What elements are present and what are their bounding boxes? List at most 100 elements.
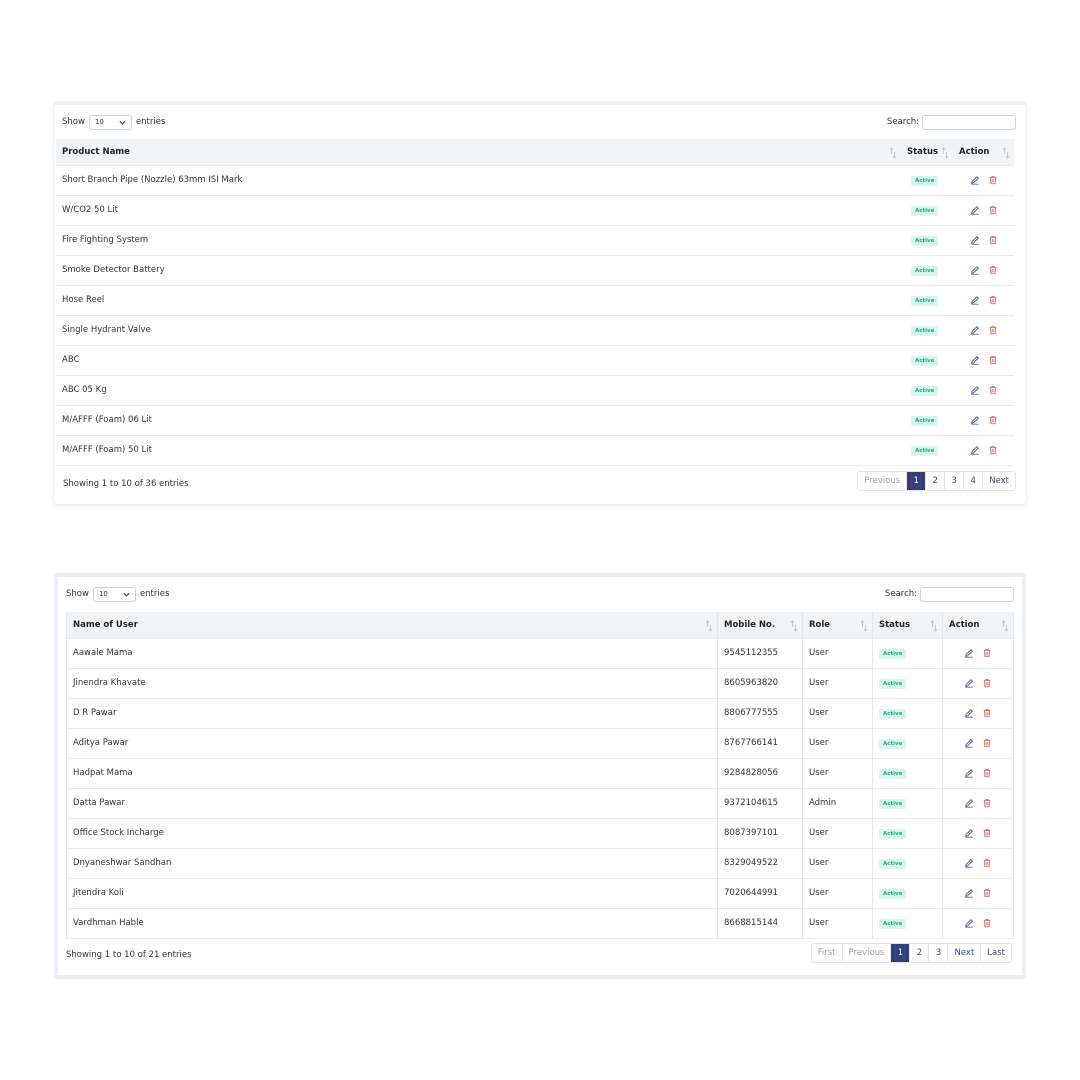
users-page-size-select[interactable]: 10 <box>92 586 136 602</box>
next-page-button[interactable]: Next <box>982 472 1015 490</box>
edit-icon[interactable] <box>970 295 980 305</box>
edit-button[interactable] <box>964 678 974 688</box>
edit-icon[interactable] <box>970 445 980 455</box>
edit-button[interactable] <box>964 858 974 868</box>
edit-icon[interactable] <box>970 415 980 425</box>
trash-icon[interactable] <box>982 798 992 808</box>
edit-icon[interactable] <box>964 798 974 808</box>
column-header-action[interactable]: Action <box>953 139 1014 165</box>
edit-button[interactable] <box>970 325 980 335</box>
edit-button[interactable] <box>964 828 974 838</box>
edit-button[interactable] <box>970 175 980 185</box>
trash-icon[interactable] <box>988 175 998 185</box>
edit-icon[interactable] <box>964 648 974 658</box>
delete-button[interactable] <box>988 355 998 365</box>
edit-icon[interactable] <box>970 325 980 335</box>
delete-button[interactable] <box>982 828 992 838</box>
trash-icon[interactable] <box>982 828 992 838</box>
last-page-button[interactable]: Last <box>980 944 1011 962</box>
delete-button[interactable] <box>988 175 998 185</box>
trash-icon[interactable] <box>988 445 998 455</box>
delete-button[interactable] <box>982 798 992 808</box>
trash-icon[interactable] <box>982 888 992 898</box>
trash-icon[interactable] <box>988 385 998 395</box>
edit-icon[interactable] <box>970 175 980 185</box>
column-header-product-name[interactable]: Product Name <box>56 139 901 165</box>
edit-button[interactable] <box>964 918 974 928</box>
delete-button[interactable] <box>982 918 992 928</box>
edit-icon[interactable] <box>964 738 974 748</box>
edit-icon[interactable] <box>964 918 974 928</box>
edit-button[interactable] <box>970 205 980 215</box>
edit-icon[interactable] <box>964 708 974 718</box>
edit-button[interactable] <box>970 445 980 455</box>
edit-icon[interactable] <box>970 205 980 215</box>
edit-button[interactable] <box>964 708 974 718</box>
edit-button[interactable] <box>964 738 974 748</box>
users-search-input[interactable] <box>920 586 1014 602</box>
previous-page-button[interactable]: Previous <box>858 472 907 490</box>
trash-icon[interactable] <box>982 768 992 778</box>
delete-button[interactable] <box>988 415 998 425</box>
edit-button[interactable] <box>970 355 980 365</box>
trash-icon[interactable] <box>988 235 998 245</box>
previous-page-button[interactable]: Previous <box>841 944 891 962</box>
delete-button[interactable] <box>988 265 998 275</box>
trash-icon[interactable] <box>982 678 992 688</box>
delete-button[interactable] <box>988 325 998 335</box>
edit-icon[interactable] <box>970 265 980 275</box>
products-search-input[interactable] <box>922 114 1016 130</box>
page-2-button[interactable]: 2 <box>909 944 929 962</box>
next-page-button[interactable]: Next <box>947 944 981 962</box>
edit-button[interactable] <box>970 235 980 245</box>
column-header-name-of-user[interactable]: Name of User <box>66 612 718 638</box>
delete-button[interactable] <box>982 888 992 898</box>
trash-icon[interactable] <box>988 265 998 275</box>
edit-button[interactable] <box>970 265 980 275</box>
delete-button[interactable] <box>982 708 992 718</box>
products-page-size-select[interactable]: 10 <box>88 114 132 130</box>
edit-button[interactable] <box>964 888 974 898</box>
column-header-status[interactable]: Status <box>872 612 943 638</box>
edit-button[interactable] <box>970 295 980 305</box>
column-header-status[interactable]: Status <box>901 139 953 165</box>
column-header-role[interactable]: Role <box>802 612 873 638</box>
page-3-button[interactable]: 3 <box>928 944 948 962</box>
delete-button[interactable] <box>988 445 998 455</box>
delete-button[interactable] <box>982 648 992 658</box>
edit-icon[interactable] <box>964 768 974 778</box>
trash-icon[interactable] <box>982 918 992 928</box>
delete-button[interactable] <box>988 205 998 215</box>
edit-icon[interactable] <box>970 385 980 395</box>
trash-icon[interactable] <box>982 708 992 718</box>
trash-icon[interactable] <box>988 205 998 215</box>
edit-button[interactable] <box>964 648 974 658</box>
trash-icon[interactable] <box>988 355 998 365</box>
trash-icon[interactable] <box>988 415 998 425</box>
page-3-button[interactable]: 3 <box>944 472 964 490</box>
trash-icon[interactable] <box>988 295 998 305</box>
edit-icon[interactable] <box>964 858 974 868</box>
edit-icon[interactable] <box>970 355 980 365</box>
delete-button[interactable] <box>988 295 998 305</box>
trash-icon[interactable] <box>982 858 992 868</box>
first-page-button[interactable]: First <box>811 944 842 962</box>
delete-button[interactable] <box>988 385 998 395</box>
edit-icon[interactable] <box>964 828 974 838</box>
page-1-button[interactable]: 1 <box>906 472 926 490</box>
edit-icon[interactable] <box>964 888 974 898</box>
column-header-mobile-no[interactable]: Mobile No. <box>717 612 803 638</box>
page-2-button[interactable]: 2 <box>925 472 945 490</box>
trash-icon[interactable] <box>982 738 992 748</box>
delete-button[interactable] <box>982 858 992 868</box>
delete-button[interactable] <box>982 768 992 778</box>
page-1-button[interactable]: 1 <box>890 944 910 962</box>
edit-button[interactable] <box>964 768 974 778</box>
edit-button[interactable] <box>970 385 980 395</box>
edit-icon[interactable] <box>964 678 974 688</box>
delete-button[interactable] <box>988 235 998 245</box>
column-header-action[interactable]: Action <box>942 612 1014 638</box>
edit-icon[interactable] <box>970 235 980 245</box>
page-4-button[interactable]: 4 <box>963 472 983 490</box>
delete-button[interactable] <box>982 738 992 748</box>
